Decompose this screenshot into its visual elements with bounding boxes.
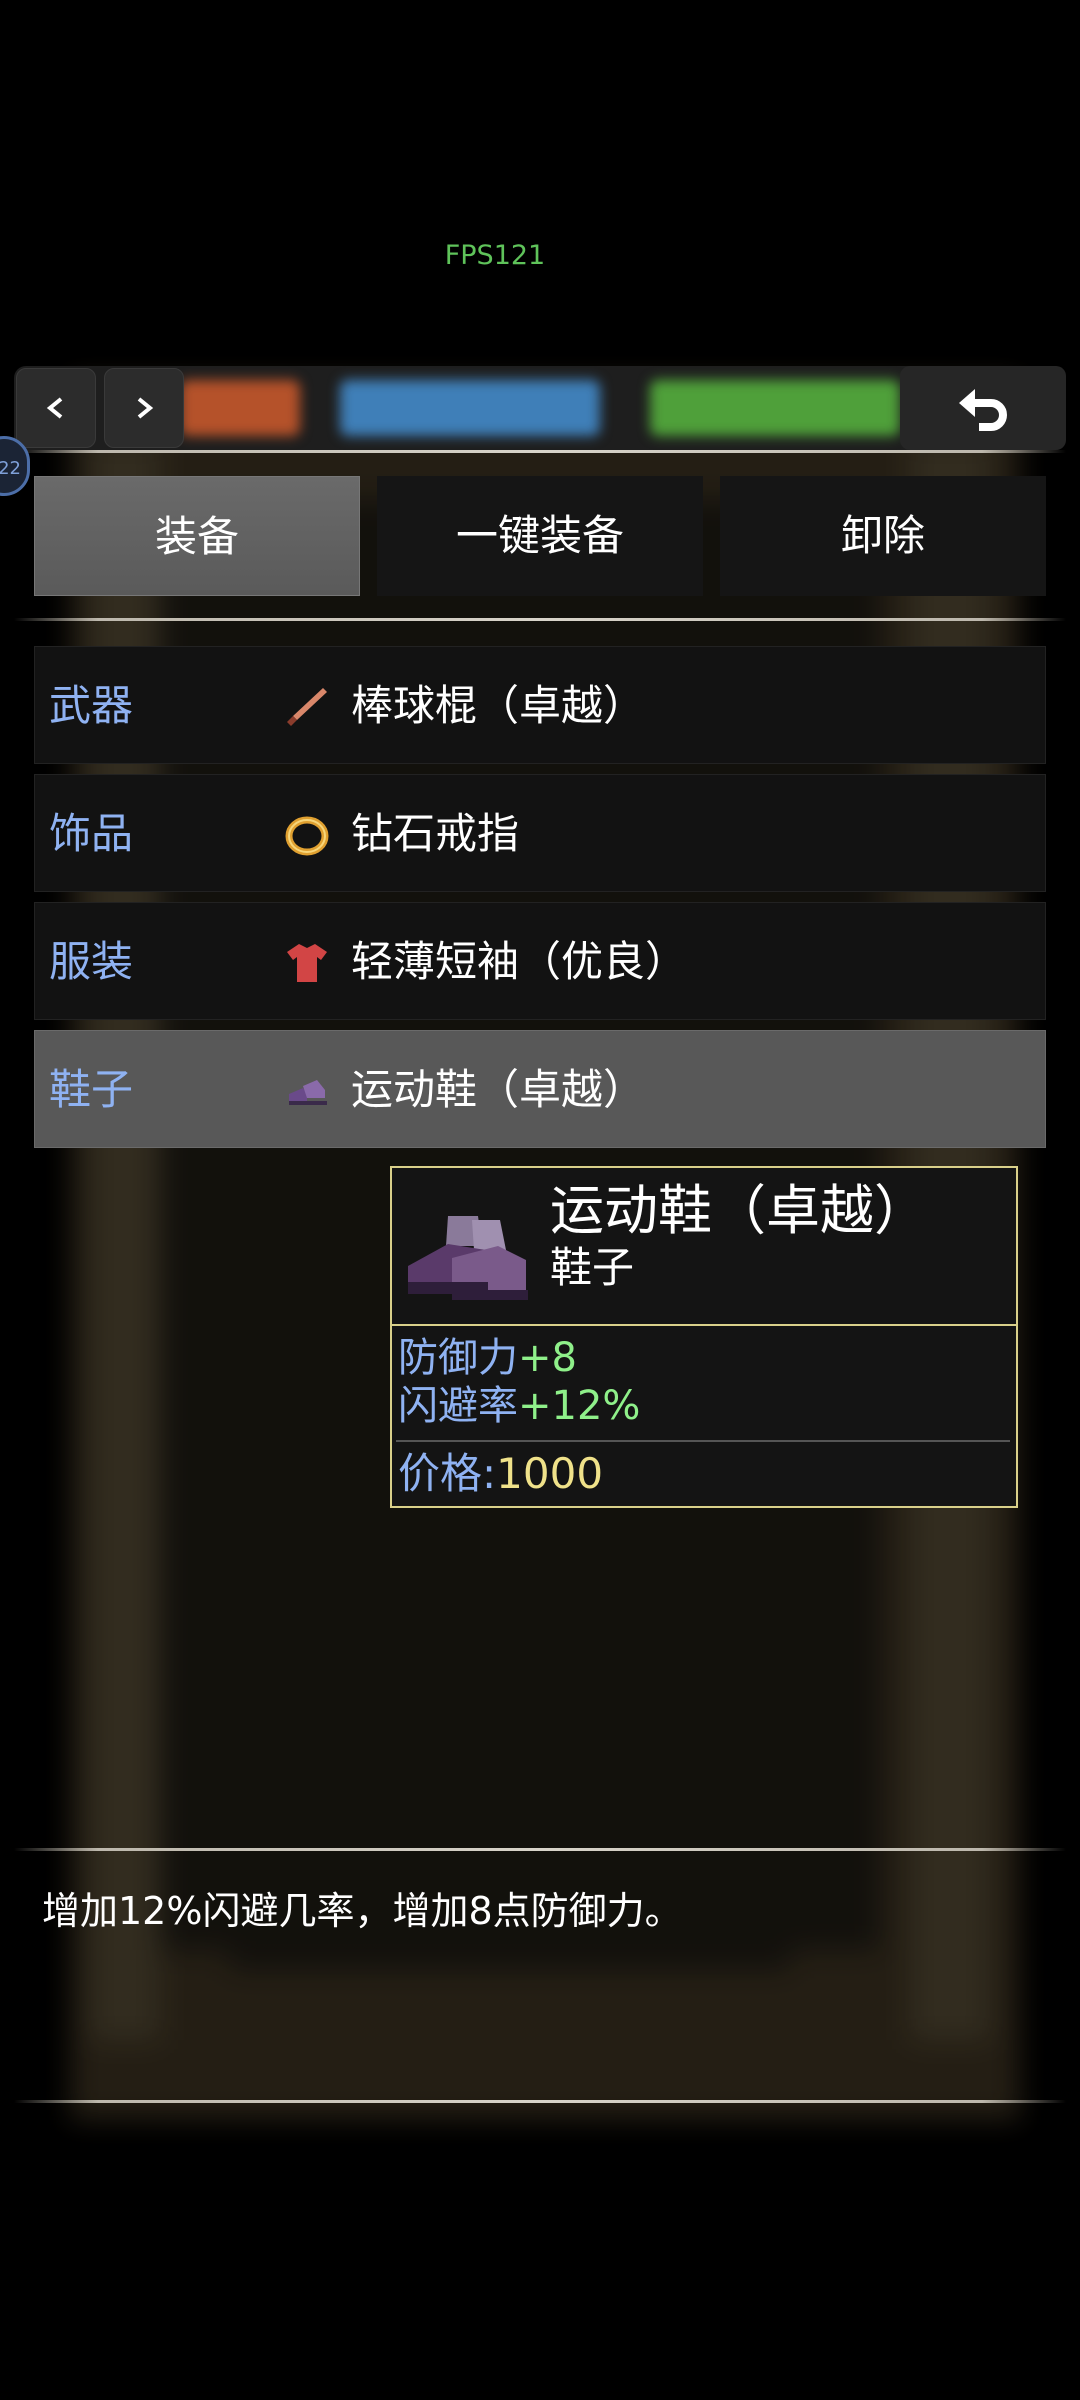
- stat-label: 防御力: [398, 1335, 518, 1381]
- tab-one-click-equip[interactable]: 一键装备: [377, 476, 703, 596]
- sneakers-icon: [289, 1080, 327, 1105]
- item-name: 轻薄短袖（优良）: [351, 937, 688, 986]
- chevron-right-icon: [137, 397, 154, 419]
- item-tooltip: 运动鞋（卓越） 鞋子 防御力+8 闪避率+12% 价格:1000: [390, 1166, 1018, 1508]
- equip-slot-clothing[interactable]: 服装 轻薄短袖（优良）: [34, 902, 1046, 1020]
- tooltip-stats: 防御力+8 闪避率+12%: [398, 1334, 640, 1430]
- slot-label: 服装: [49, 937, 134, 986]
- price-label: 价格:: [398, 1449, 497, 1498]
- sneakers-icon: [408, 1216, 528, 1300]
- divider: [396, 1440, 1010, 1442]
- next-button[interactable]: [104, 368, 184, 448]
- back-button[interactable]: [900, 366, 1066, 450]
- toolbar-blurred-item: [180, 380, 300, 436]
- baseball-bat-icon: [287, 688, 327, 726]
- equip-slot-weapon[interactable]: 武器 棒球棍（卓越）: [34, 646, 1046, 764]
- tooltip-item-type: 鞋子: [550, 1243, 635, 1292]
- stat-defense: 防御力+8: [398, 1334, 640, 1382]
- slot-label: 饰品: [49, 809, 134, 858]
- stat-value: +12%: [518, 1383, 641, 1429]
- divider: [14, 450, 1066, 453]
- slot-label: 鞋子: [49, 1065, 134, 1114]
- divider: [14, 618, 1066, 621]
- price-value: 1000: [496, 1449, 604, 1498]
- toolbar-blurred-item: [340, 380, 600, 436]
- stat-value: +8: [518, 1335, 577, 1381]
- fps-counter: FPS121: [444, 240, 546, 271]
- diamond-ring-icon: [285, 816, 329, 856]
- undo-arrow-icon: [959, 389, 1007, 431]
- tab-equip[interactable]: 装备: [34, 476, 360, 596]
- slot-label: 武器: [49, 681, 134, 730]
- item-name: 棒球棍（卓越）: [351, 681, 646, 730]
- prev-button[interactable]: [16, 368, 96, 448]
- t-shirt-icon: [287, 944, 327, 982]
- toolbar-blurred-item: [650, 380, 900, 436]
- item-name: 钻石戒指: [351, 809, 520, 858]
- chevron-left-icon: [46, 397, 63, 419]
- stat-dodge: 闪避率+12%: [398, 1382, 640, 1430]
- equip-slot-shoes[interactable]: 鞋子 运动鞋（卓越）: [34, 1030, 1046, 1148]
- tooltip-header: 运动鞋（卓越） 鞋子: [392, 1168, 1016, 1326]
- item-description: 增加12%闪避几率，增加8点防御力。: [42, 1889, 683, 1933]
- stat-label: 闪避率: [398, 1383, 518, 1429]
- tooltip-price: 价格:1000: [398, 1446, 603, 1502]
- item-name: 运动鞋（卓越）: [351, 1065, 646, 1114]
- divider: [14, 2100, 1066, 2103]
- divider: [14, 1848, 1066, 1851]
- tab-unequip[interactable]: 卸除: [720, 476, 1046, 596]
- equip-slot-accessory[interactable]: 饰品 钻石戒指: [34, 774, 1046, 892]
